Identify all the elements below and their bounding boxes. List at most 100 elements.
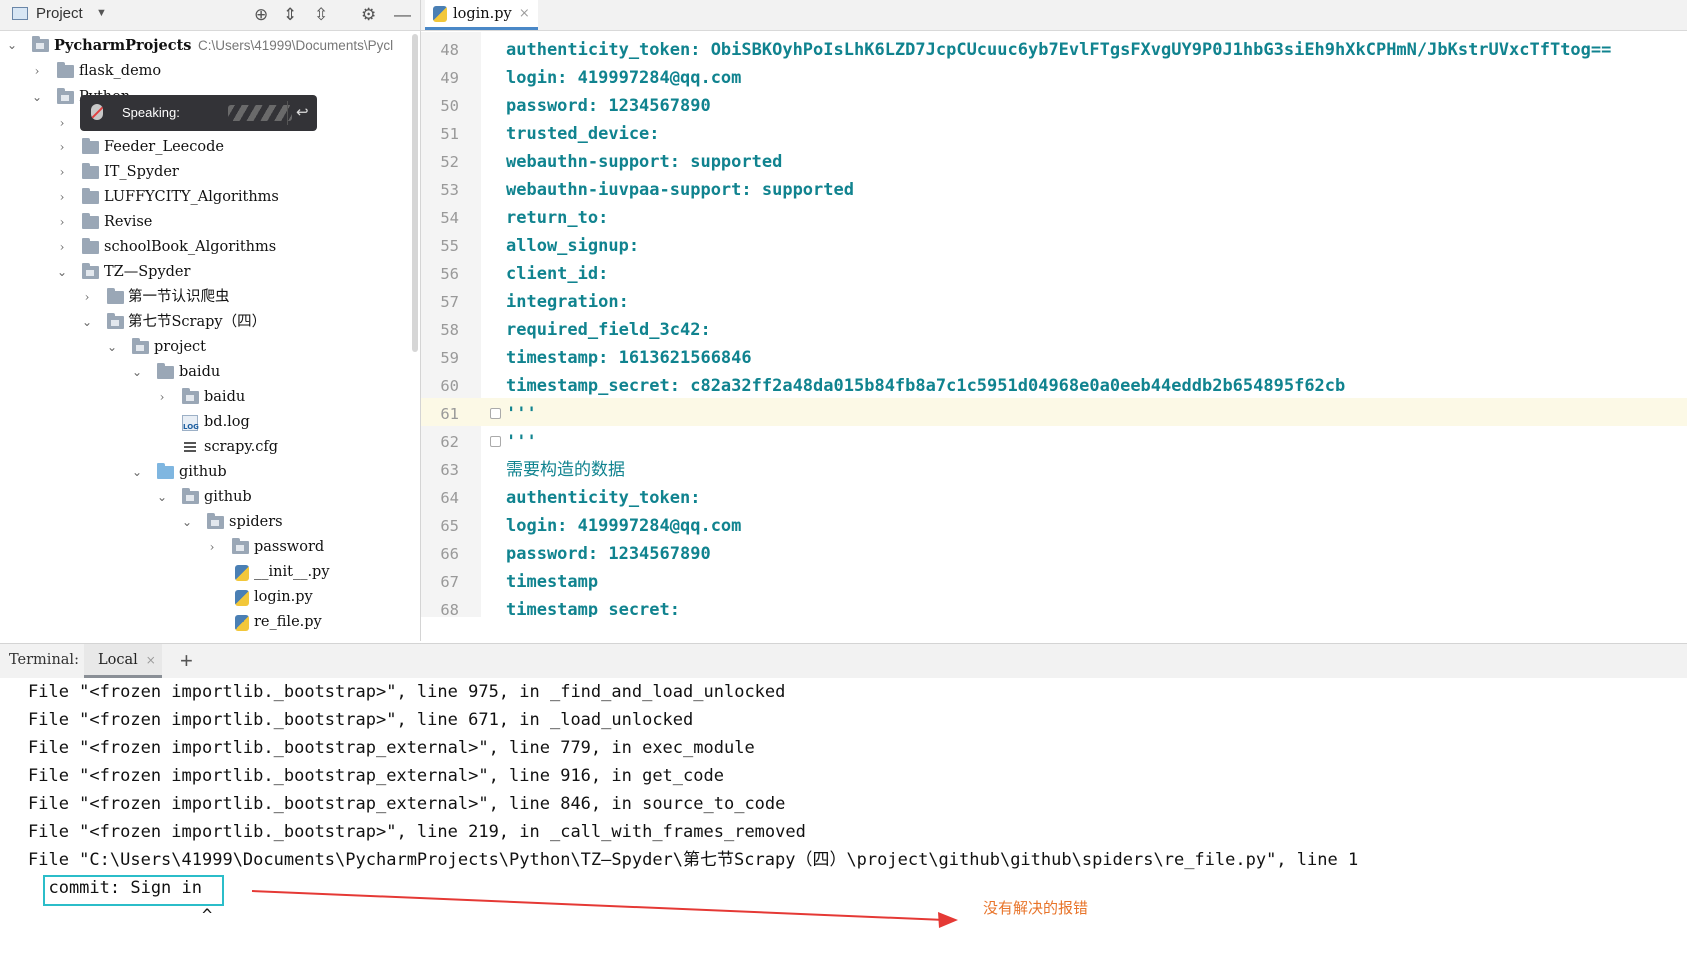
traceback-line: File "<frozen importlib._bootstrap>", li… xyxy=(28,682,786,702)
tree-item-project[interactable]: ⌄ project xyxy=(0,336,412,359)
tree-item-label: baidu xyxy=(179,364,221,380)
tree-item-label: baidu xyxy=(204,389,246,405)
tree-item-revise[interactable]: › Revise xyxy=(0,211,412,234)
fold-marker-icon[interactable] xyxy=(490,408,501,419)
python-file-icon xyxy=(235,565,249,581)
chevron-right-icon[interactable]: › xyxy=(55,136,69,159)
chevron-down-icon[interactable]: ⌄ xyxy=(30,86,44,109)
back-arrow-icon[interactable]: ↩ xyxy=(296,103,309,121)
chevron-right-icon[interactable]: › xyxy=(80,286,94,309)
tree-item-label: PycharmProjects xyxy=(54,37,192,54)
tree-item-scrapy-cfg[interactable]: scrapy.cfg xyxy=(0,436,412,459)
tree-item-section-7[interactable]: ⌄ 第七节Scrapy（四） xyxy=(0,311,412,334)
locate-file-icon[interactable]: ⊕ xyxy=(254,5,268,25)
code-line: timestamp_secret: xyxy=(506,600,680,617)
collapse-all-icon[interactable]: ⇳ xyxy=(314,5,328,25)
fold-marker-icon[interactable] xyxy=(490,436,501,447)
traceback-line: File "<frozen importlib._bootstrap_exter… xyxy=(28,794,786,814)
tree-item-github-package[interactable]: ⌄ github xyxy=(0,486,412,509)
project-view-selector[interactable]: Project xyxy=(36,5,83,22)
tree-item-label: bd.log xyxy=(204,414,250,430)
folder-icon xyxy=(182,388,199,404)
chevron-right-icon[interactable]: › xyxy=(55,186,69,209)
speaking-label: Speaking: xyxy=(122,105,180,120)
line-number: 67 xyxy=(440,573,459,591)
code-editor[interactable]: authenticity_token: ObiSBKOyhPoIsLhK6LZD… xyxy=(481,32,1687,617)
chevron-right-icon[interactable]: › xyxy=(205,536,219,559)
line-number: 48 xyxy=(440,41,459,59)
tree-item-baidu[interactable]: ⌄ baidu xyxy=(0,361,412,384)
code-line: timestamp_secret: c82a32ff2a48da015b84fb… xyxy=(506,376,1346,396)
folder-icon xyxy=(207,513,224,529)
tree-item-login-py[interactable]: login.py xyxy=(0,586,412,609)
gear-icon[interactable]: ⚙ xyxy=(361,5,376,25)
code-line: password: 1234567890 xyxy=(506,96,711,116)
line-number: 50 xyxy=(440,97,459,115)
tree-item-baidu-package[interactable]: › baidu xyxy=(0,386,412,409)
error-caret-line: ^ xyxy=(28,906,213,926)
tree-item-tz-spyder[interactable]: ⌄ TZ—Spyder xyxy=(0,261,412,284)
chevron-down-icon[interactable]: ⌄ xyxy=(180,511,194,534)
traceback-line: File "C:\Users\41999\Documents\PycharmPr… xyxy=(28,850,1359,870)
python-file-icon xyxy=(235,590,249,606)
chevron-right-icon[interactable]: › xyxy=(30,60,44,83)
tree-item-label: flask_demo xyxy=(79,63,162,79)
close-icon[interactable]: × xyxy=(146,644,156,676)
tab-login-py[interactable]: login.py × xyxy=(425,0,538,30)
code-line: 需要构造的数据 xyxy=(506,460,625,480)
project-scrollbar[interactable] xyxy=(412,34,418,352)
log-file-icon: LOG xyxy=(182,415,199,431)
tree-item-label: github xyxy=(204,489,252,505)
line-number: 63 xyxy=(440,461,459,479)
tree-item-flask-demo[interactable]: › flask_demo xyxy=(0,60,412,83)
chevron-right-icon[interactable]: › xyxy=(55,112,69,135)
code-line: webauthn-iuvpaa-support: supported xyxy=(506,180,854,200)
chevron-down-icon[interactable]: ⌄ xyxy=(5,34,19,57)
code-line: login: 419997284@qq.com xyxy=(506,516,742,536)
tree-item-github[interactable]: ⌄ github xyxy=(0,461,412,484)
chevron-down-icon[interactable]: ⌄ xyxy=(105,336,119,359)
folder-icon xyxy=(157,463,174,479)
chevron-down-icon[interactable]: ⌄ xyxy=(130,461,144,484)
tree-item-pycharmprojects[interactable]: ⌄ PycharmProjects C:\Users\41999\Documen… xyxy=(0,34,412,57)
tree-item-init-py[interactable]: __init__.py xyxy=(0,561,412,584)
tree-item-label: 第一节认识爬虫 xyxy=(128,289,230,305)
chevron-right-icon[interactable]: › xyxy=(155,386,169,409)
tree-item-it-spyder[interactable]: › IT_Spyder xyxy=(0,161,412,184)
tree-item-luffycity-algorithms[interactable]: › LUFFYCITY_Algorithms xyxy=(0,186,412,209)
tree-item-re-file-py[interactable]: re_file.py xyxy=(0,611,412,634)
tree-item-label: re_file.py xyxy=(254,614,322,630)
chevron-right-icon[interactable]: › xyxy=(55,211,69,234)
code-line: timestamp: 1613621566846 xyxy=(506,348,752,368)
folder-icon xyxy=(132,338,149,354)
tree-item-spiders[interactable]: ⌄ spiders xyxy=(0,511,412,534)
tab-local-terminal[interactable]: Local × xyxy=(84,644,162,678)
chevron-down-icon[interactable]: ⌄ xyxy=(55,261,69,284)
close-icon[interactable]: × xyxy=(519,0,530,28)
chevron-right-icon[interactable]: › xyxy=(55,236,69,259)
tree-item-feeder-leecode[interactable]: › Feeder_Leecode xyxy=(0,136,412,159)
annotation-note: 没有解决的报错 xyxy=(983,899,1089,917)
chevron-right-icon[interactable]: › xyxy=(55,161,69,184)
tree-item-schoolbook-algorithms[interactable]: › schoolBook_Algorithms xyxy=(0,236,412,259)
chevron-down-icon[interactable]: ⌄ xyxy=(80,311,94,334)
microphone-muted-icon[interactable] xyxy=(91,104,103,120)
line-number: 57 xyxy=(440,293,459,311)
hide-panel-icon[interactable]: — xyxy=(394,5,411,25)
expand-all-icon[interactable]: ⇕ xyxy=(283,5,297,25)
python-file-icon xyxy=(433,6,447,22)
chevron-down-icon[interactable]: ⌄ xyxy=(130,361,144,384)
tree-item-section-1[interactable]: › 第一节认识爬虫 xyxy=(0,286,412,309)
tree-item-bd-log[interactable]: LOG bd.log xyxy=(0,411,412,434)
folder-icon xyxy=(182,488,199,504)
chevron-down-icon[interactable]: ⌄ xyxy=(155,486,169,509)
tree-item-label: password xyxy=(254,539,325,555)
code-line: timestamp xyxy=(506,572,599,592)
tree-item-label: __init__.py xyxy=(254,564,330,580)
chevron-down-icon[interactable]: ▼ xyxy=(96,7,107,19)
add-terminal-button[interactable]: + xyxy=(180,648,193,674)
error-code-line: commit: Sign in xyxy=(28,878,202,898)
folder-icon xyxy=(82,238,99,254)
tree-item-password[interactable]: › password xyxy=(0,536,412,559)
line-number-gutter: 48 49 50 51 52 53 54 55 56 57 58 59 60 61 62 63 64 65 66 67… xyxy=(421,32,481,619)
